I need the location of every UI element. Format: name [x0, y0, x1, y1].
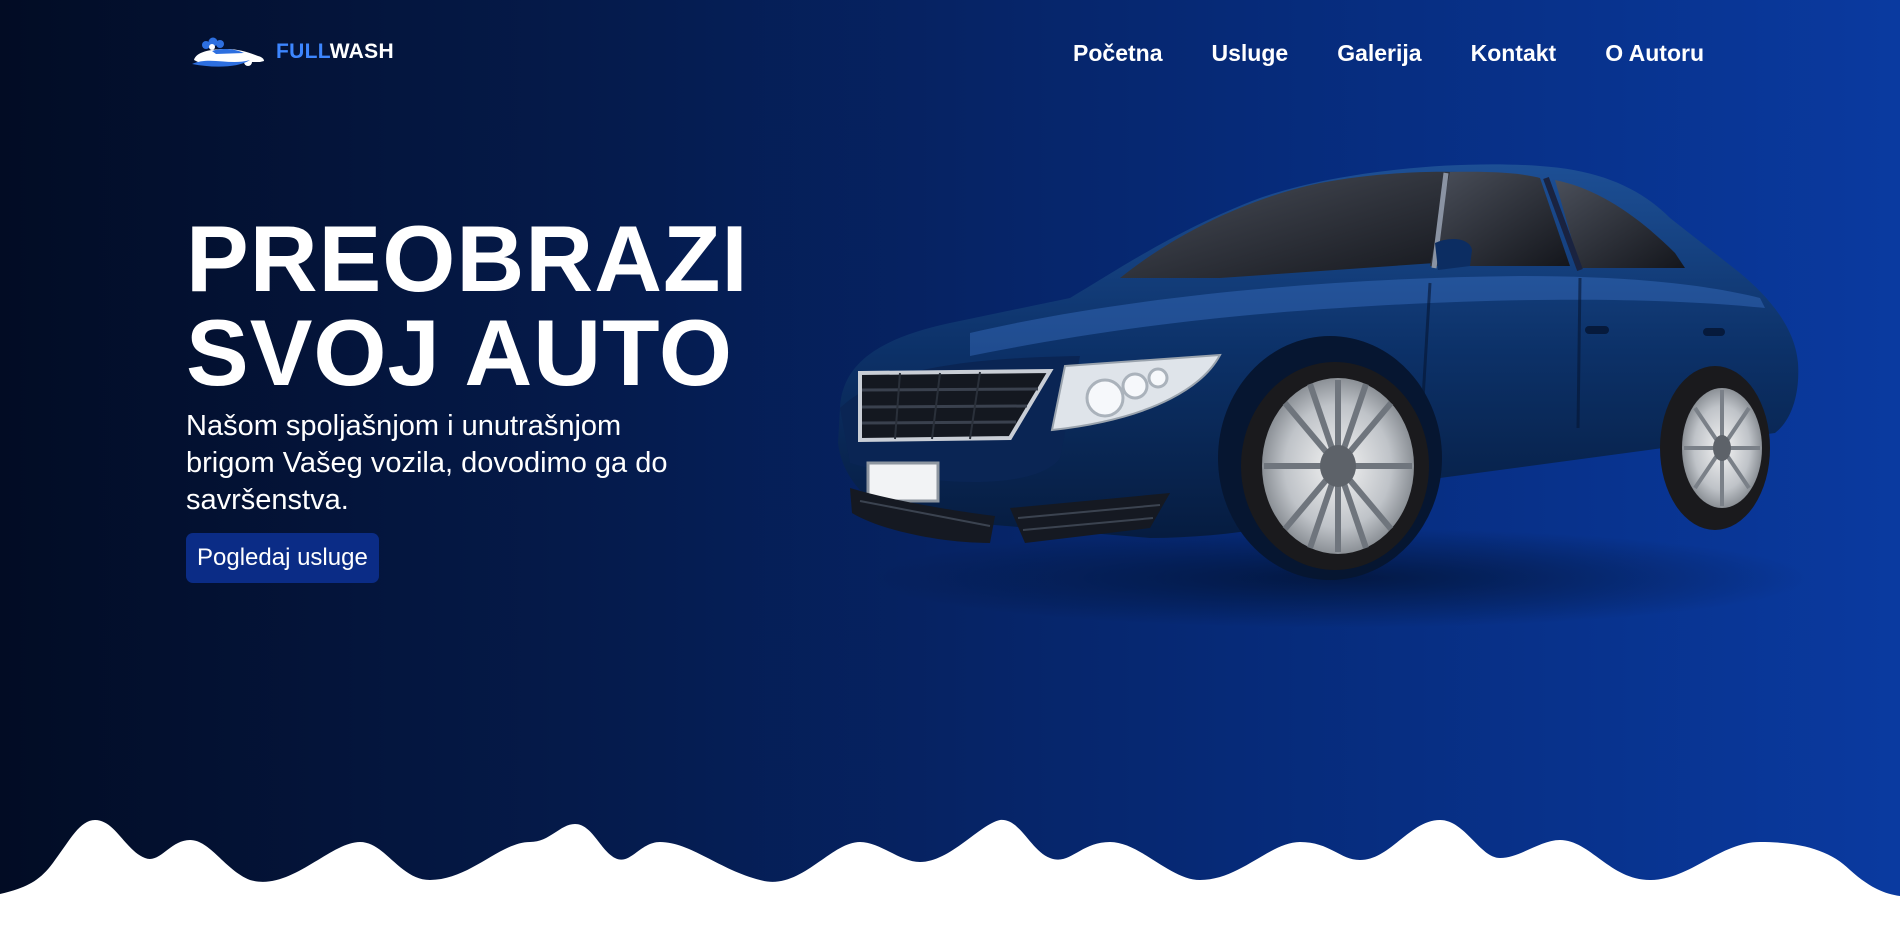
hero-section: FULLWASH Početna Usluge Galerija Kontakt…: [0, 0, 1900, 929]
nav-item-galerija[interactable]: Galerija: [1337, 40, 1421, 67]
brand-name-full: FULL: [276, 40, 330, 63]
bottom-wave-divider: [0, 819, 1900, 929]
nav-item-o-autoru[interactable]: O Autoru: [1605, 40, 1704, 67]
view-services-button[interactable]: Pogledaj usluge: [186, 533, 379, 583]
brand-logo[interactable]: FULLWASH: [190, 36, 394, 68]
hero-title-line-2: SVOJ AUTO: [186, 300, 734, 405]
nav-item-kontakt[interactable]: Kontakt: [1471, 40, 1557, 67]
main-nav: Početna Usluge Galerija Kontakt O Autoru: [1073, 40, 1704, 67]
hero-subtitle: Našom spoljašnjom i unutrašnjom brigom V…: [186, 410, 668, 516]
brand-name: FULLWASH: [276, 40, 394, 64]
nav-item-pocetna[interactable]: Početna: [1073, 40, 1162, 67]
car-wash-logo-icon: [192, 37, 264, 67]
hero-title-line-1: PREOBRAZI: [186, 206, 749, 311]
brand-name-wash: WASH: [329, 40, 394, 63]
nav-item-usluge[interactable]: Usluge: [1212, 40, 1289, 67]
hero-title: PREOBRAZI SVOJ AUTO: [186, 212, 749, 400]
car-image: [838, 164, 1810, 628]
